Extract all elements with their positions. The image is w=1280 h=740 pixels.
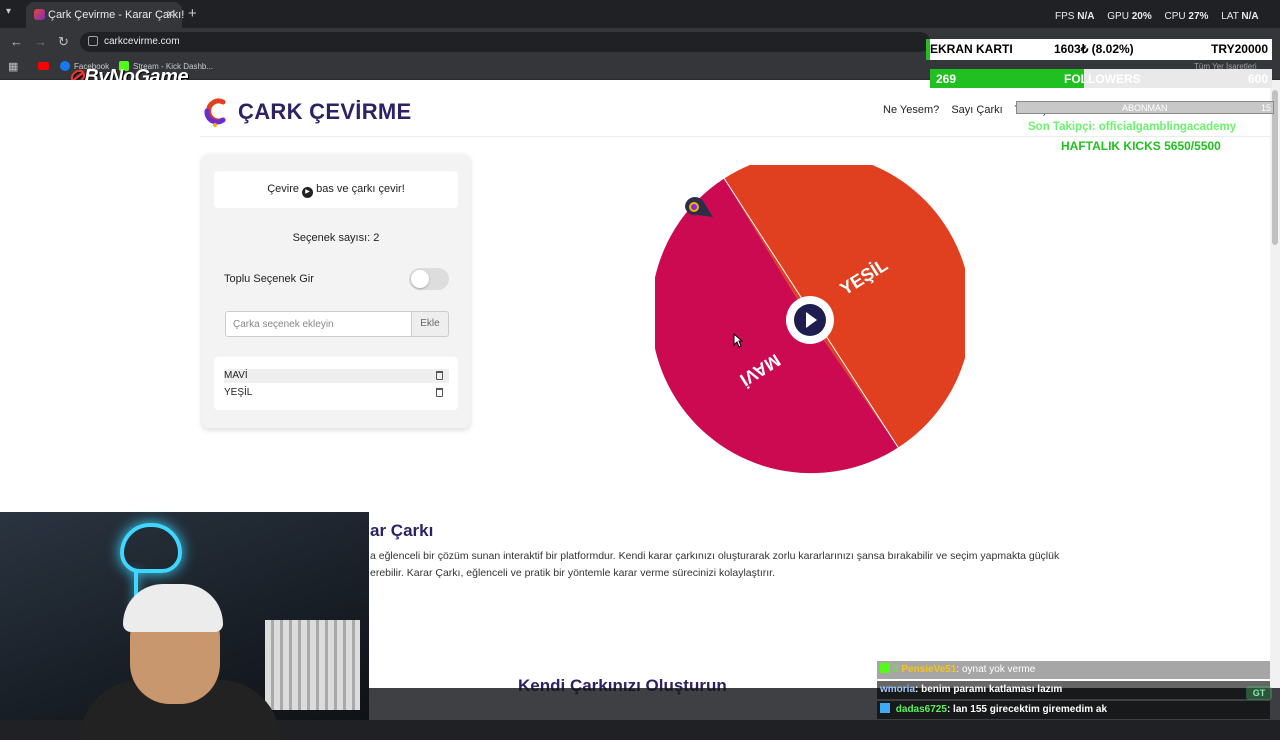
webcam-radiator	[265, 620, 360, 710]
goal-target: TRY20000	[1211, 42, 1268, 56]
followers-goal: 600	[1247, 72, 1268, 86]
article-text: a eğlenceli bir çözüm sunan interaktif b…	[370, 550, 1060, 579]
followers-goal-bar: 269 FOLLOWERS 600	[930, 69, 1272, 88]
back-icon[interactable]: ←	[10, 34, 23, 49]
trash-icon[interactable]	[436, 388, 443, 397]
add-option-button[interactable]: Ekle	[411, 311, 449, 337]
followers-label: FOLLOWERS	[1064, 72, 1141, 86]
option-label[interactable]: MAVİ	[224, 369, 248, 383]
tab-title: Çark Çevirme - Karar Çarkı!	[48, 9, 185, 21]
subscriber-value: 15	[1260, 103, 1271, 113]
new-tab-icon[interactable]: +	[188, 5, 197, 22]
option-item: YEŞİL	[224, 386, 449, 400]
apps-grid-icon[interactable]: ▦	[8, 60, 18, 73]
close-tab-icon[interactable]: ×	[166, 6, 174, 21]
donation-goal-bar: EKRAN KARTI 1603₺ (8.02%) TRY20000	[926, 39, 1272, 60]
address-bar[interactable]	[80, 32, 930, 52]
nav-ne-yesem[interactable]: Ne Yesem?	[883, 104, 939, 116]
last-follower: Son Takipçi: officialgamblingacademy	[1028, 121, 1237, 133]
article-title: ar Çarkı	[370, 521, 434, 540]
subscriber-bar: ABONMAN 15	[1016, 101, 1274, 114]
bulk-entry-toggle[interactable]	[409, 268, 449, 290]
play-icon: ▶	[302, 187, 314, 198]
nav-sayi-carki[interactable]: Sayı Çarkı	[951, 104, 1002, 116]
option-list	[214, 357, 458, 410]
chat-message: wmoria: benim paramı katlaması lazım	[877, 681, 1270, 699]
url-text[interactable]: carkcevirme.com	[104, 36, 180, 47]
goal-label: EKRAN KARTI	[930, 42, 1013, 56]
reload-icon[interactable]: ↻	[58, 34, 69, 50]
neon-sign	[120, 523, 182, 573]
toggle-knob	[411, 270, 429, 288]
spin-hint: Çevire ▶ bas ve çarkı çevir!	[214, 171, 458, 208]
browser-tab[interactable]: Çark Çevirme - Karar Çarkı! ×	[26, 2, 185, 28]
tab-search-icon[interactable]: ▾	[6, 6, 11, 17]
chat-logo: GT	[1246, 686, 1272, 700]
header-divider	[200, 136, 1270, 137]
weekly-kicks: HAFTALIK KICKS 5650/5500	[1061, 139, 1221, 153]
bulk-entry-label: Toplu Seçenek Gir	[224, 273, 314, 285]
forward-icon[interactable]: →	[34, 34, 47, 49]
site-info-icon[interactable]	[88, 36, 98, 46]
chat-badge-icon	[880, 663, 890, 673]
option-count: Seçenek sayısı: 2	[292, 232, 380, 244]
mouse-cursor-icon	[733, 333, 743, 348]
brand-name[interactable]: ÇARK ÇEVİRME	[238, 99, 412, 125]
goal-amount: 1603₺ (8.02%)	[1054, 42, 1134, 56]
wheel-pointer-icon	[685, 197, 713, 217]
site-favicon-icon	[34, 9, 45, 20]
youtube-icon[interactable]	[38, 62, 49, 70]
option-input[interactable]	[225, 311, 413, 337]
subscriber-label: ABONMAN	[1122, 103, 1168, 113]
chat-message: dadas6725: lan 155 girecektim giremedim …	[877, 701, 1270, 719]
perf-stats: FPS N/A GPU 20% CPU 27% LAT N/A	[1055, 11, 1259, 22]
chat-message: 0 PensieVe51: oynat yok verme	[877, 661, 1270, 679]
followers-current: 269	[936, 72, 957, 86]
trash-icon[interactable]	[436, 371, 443, 380]
option-item: MAVİ	[224, 369, 449, 383]
chat-badge-icon	[880, 703, 890, 713]
brand-logo-icon[interactable]	[203, 97, 227, 127]
option-label[interactable]: YEŞİL	[224, 386, 252, 400]
